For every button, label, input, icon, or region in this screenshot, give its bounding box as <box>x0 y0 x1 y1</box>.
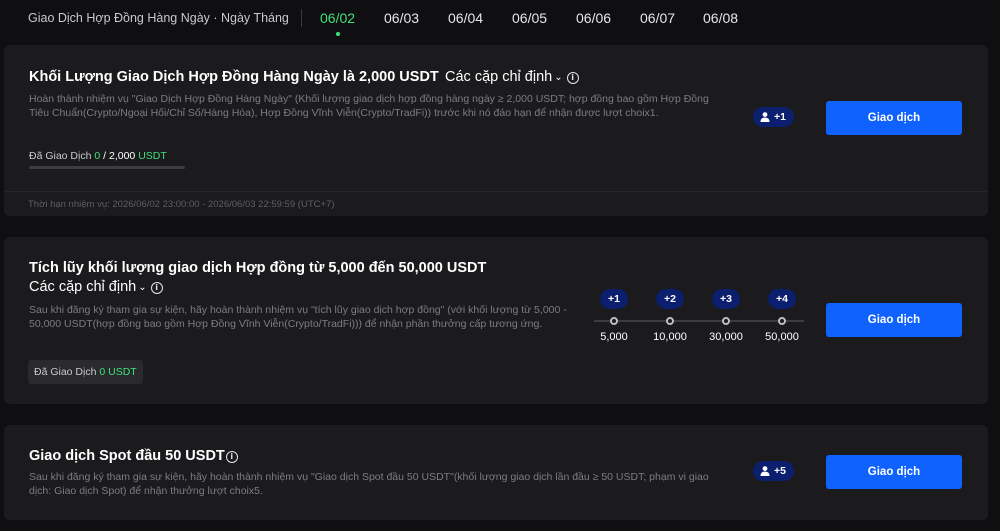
task-description: Hoàn thành nhiệm vụ "Giao Dịch Hợp Đồng … <box>29 93 709 119</box>
task-title: Tích lũy khối lượng giao dịch Hợp đồng t… <box>29 260 487 276</box>
date-tab-bar: Giao Dịch Hợp Đồng Hàng Ngày · Ngày Thán… <box>0 0 1000 40</box>
tier-node <box>610 317 618 325</box>
divider <box>301 9 302 27</box>
active-indicator <box>335 32 340 36</box>
date-tab-0603[interactable]: 06/03 <box>384 10 419 26</box>
progress-target: / 2,000 <box>103 150 136 162</box>
progress-prefix: Đã Giao Dịch <box>29 150 92 162</box>
task-title: Giao dịch Spot đầu 50 USDT i <box>29 448 238 464</box>
date-tab-0605[interactable]: 06/05 <box>512 10 547 26</box>
progress-unit: USDT <box>138 150 167 162</box>
tier-node <box>666 317 674 325</box>
traded-value: 0 USDT <box>99 366 137 378</box>
info-icon[interactable]: i <box>566 72 579 84</box>
tier-reward-badge: +3 <box>712 289 740 309</box>
designated-pairs-label: Các cặp chỉ định <box>445 69 553 85</box>
chevron-down-icon: ⌄ <box>554 72 563 83</box>
designated-pairs-dropdown[interactable]: Các cặp chỉ định ⌄ i <box>445 69 579 85</box>
date-tab-0604[interactable]: 06/04 <box>448 10 483 26</box>
reward-badge: +5 <box>753 461 794 481</box>
task-card-cumulative-volume: Tích lũy khối lượng giao dịch Hợp đồng t… <box>4 237 988 404</box>
tier-reward-badge: +4 <box>768 289 796 309</box>
date-tab-0602[interactable]: 06/02 <box>320 10 356 36</box>
info-icon[interactable]: i <box>150 282 163 294</box>
task-description: Sau khi đăng ký tham gia sự kiện, hãy ho… <box>29 471 709 497</box>
tier-amount: 10,000 <box>653 331 687 343</box>
tier-node <box>778 317 786 325</box>
trade-button[interactable]: Giao dịch <box>826 101 962 135</box>
reward-count: +1 <box>774 111 786 123</box>
tier-amount: 30,000 <box>709 331 743 343</box>
info-icon[interactable]: i <box>225 451 238 463</box>
task-card-first-spot-trade: Giao dịch Spot đầu 50 USDT i Sau khi đăng… <box>4 425 988 520</box>
user-icon <box>760 466 770 476</box>
tier-amount: 5,000 <box>600 331 628 343</box>
trade-button[interactable]: Giao dịch <box>826 455 962 489</box>
reward-badge: +1 <box>753 107 794 127</box>
tier-track <box>594 320 804 322</box>
date-tab-0606[interactable]: 06/06 <box>576 10 611 26</box>
chevron-down-icon: ⌄ <box>138 282 147 293</box>
traded-prefix: Đã Giao Dịch <box>34 366 97 378</box>
date-tab-0608[interactable]: 06/08 <box>703 10 738 26</box>
designated-pairs-label: Các cặp chỉ định <box>29 279 137 295</box>
task-deadline: Thời hạn nhiệm vụ: 2026/06/02 23:00:00 -… <box>28 199 335 210</box>
date-tab-label: 06/02 <box>320 10 356 26</box>
task-title-text: Giao dịch Spot đầu 50 USDT <box>29 448 225 464</box>
progress-current: 0 <box>94 150 101 162</box>
user-icon <box>760 112 770 122</box>
trade-button[interactable]: Giao dịch <box>826 303 962 337</box>
traded-volume-chip: Đã Giao Dịch 0 USDT <box>28 360 143 384</box>
progress-label: Đã Giao Dịch 0 / 2,000 USDT <box>29 150 167 162</box>
task-title: Khối Lượng Giao Dịch Hợp Đồng Hàng Ngày … <box>29 69 439 85</box>
section-title: Giao Dịch Hợp Đồng Hàng Ngày · Ngày Thán… <box>28 11 289 25</box>
date-tab-0607[interactable]: 06/07 <box>640 10 675 26</box>
task-card-daily-volume: Khối Lượng Giao Dịch Hợp Đồng Hàng Ngày … <box>4 45 988 216</box>
tier-reward-badge: +1 <box>600 289 628 309</box>
tier-reward-badge: +2 <box>656 289 684 309</box>
divider <box>4 191 988 192</box>
designated-pairs-dropdown[interactable]: Các cặp chỉ định ⌄ i <box>29 279 163 295</box>
task-description: Sau khi đăng ký tham gia sự kiện, hãy ho… <box>29 304 567 330</box>
reward-count: +5 <box>774 465 786 477</box>
progress-bar <box>29 166 185 169</box>
tier-amount: 50,000 <box>765 331 799 343</box>
tier-node <box>722 317 730 325</box>
